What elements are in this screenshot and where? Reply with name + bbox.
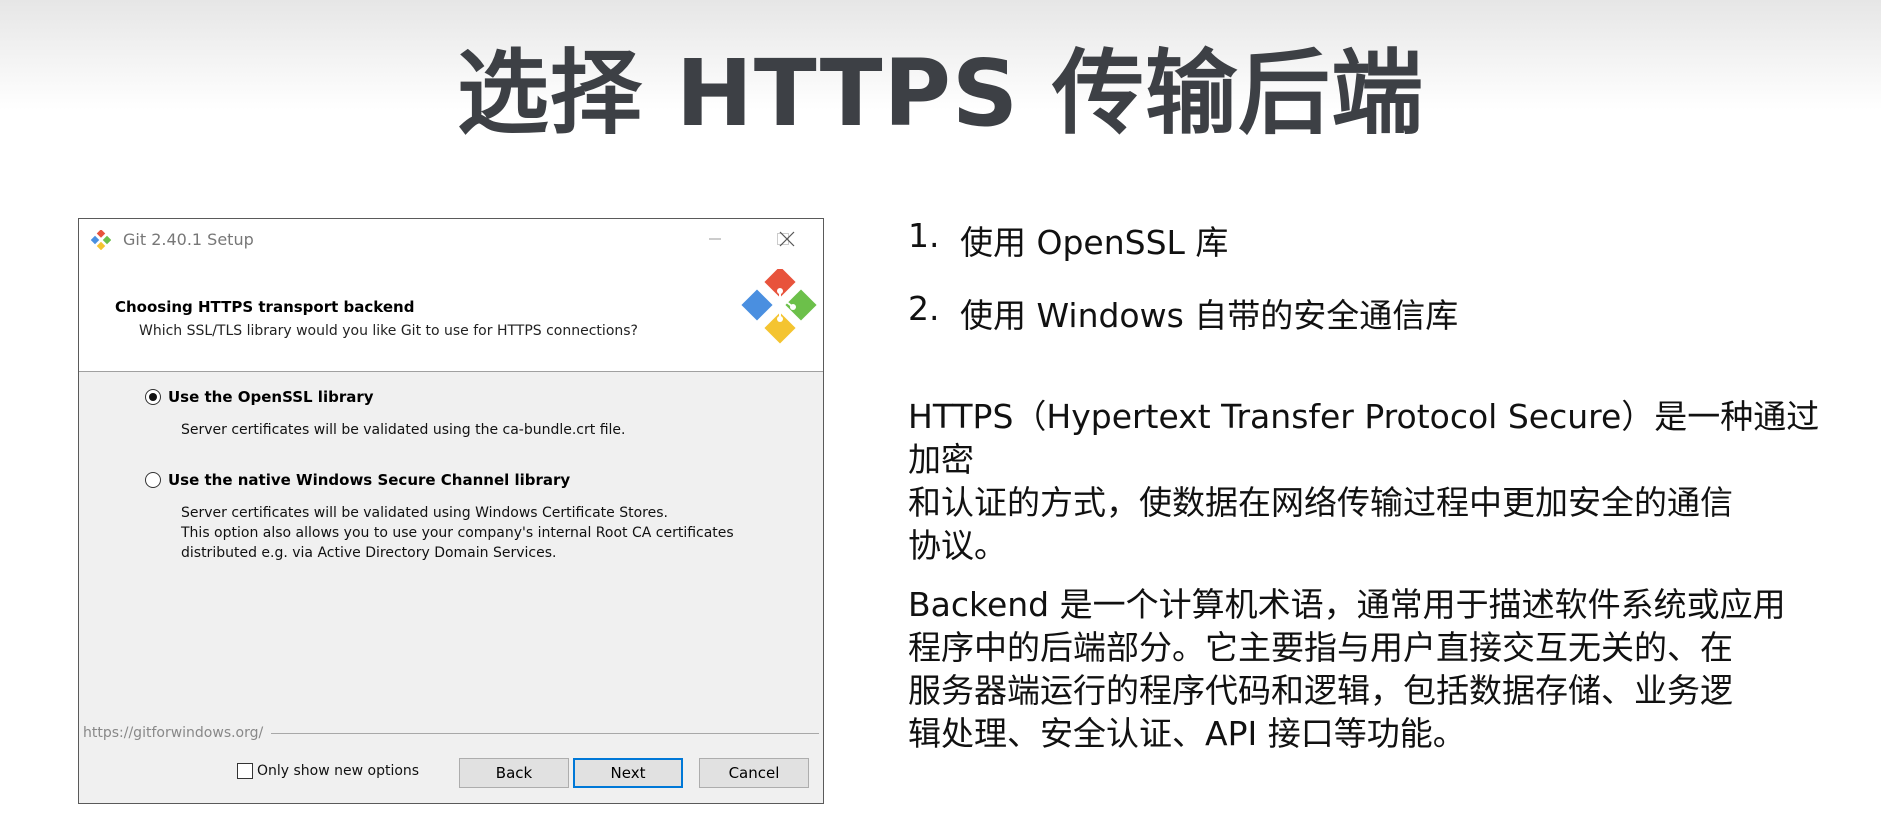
git-setup-dialog: Git 2.40.1 Setup Choosing HTTPS transpor… (78, 218, 824, 804)
slide-title: 选择 HTTPS 传输后端 (456, 40, 1425, 147)
divider-line (271, 732, 819, 734)
cancel-button[interactable]: Cancel (699, 758, 809, 788)
next-button[interactable]: Next (573, 758, 683, 788)
option-openssl[interactable]: Use the OpenSSL library (145, 388, 374, 406)
title-bar: Git 2.40.1 Setup (79, 219, 823, 259)
schannel-description: Server certificates will be validated us… (181, 505, 734, 561)
openssl-radio[interactable] (145, 389, 161, 405)
window-title: Git 2.40.1 Setup (123, 230, 254, 249)
footer-divider: https://gitforwindows.org/ (83, 725, 819, 741)
schannel-radio[interactable] (145, 472, 161, 488)
close-icon (779, 231, 795, 247)
git-app-icon (90, 229, 112, 251)
git-logo-icon (741, 266, 817, 349)
minimize-button[interactable] (695, 223, 735, 255)
option-schannel[interactable]: Use the native Windows Secure Channel li… (145, 471, 570, 489)
https-definition: HTTPS（Hypertext Transfer Protocol Secure… (908, 397, 1820, 565)
openssl-label: Use the OpenSSL library (168, 388, 374, 406)
back-button[interactable]: Back (459, 758, 569, 788)
page-subheading: Which SSL/TLS library would you like Git… (139, 323, 638, 339)
page-heading: Choosing HTTPS transport backend (115, 298, 415, 316)
only-new-options[interactable]: Only show new options (237, 763, 419, 779)
gitforwindows-url: https://gitforwindows.org/ (83, 725, 264, 741)
minimize-icon (709, 238, 721, 240)
openssl-description: Server certificates will be validated us… (181, 422, 626, 438)
only-new-options-checkbox[interactable] (237, 763, 253, 779)
schannel-label: Use the native Windows Secure Channel li… (168, 471, 571, 489)
only-new-options-label: Only show new options (257, 763, 420, 779)
wizard-header: Choosing HTTPS transport backend Which S… (79, 259, 823, 372)
close-button[interactable] (767, 223, 807, 255)
backend-definition: Backend 是一个计算机术语，通常用于描述软件系统或应用 程序中的后端部分。… (908, 585, 1786, 753)
